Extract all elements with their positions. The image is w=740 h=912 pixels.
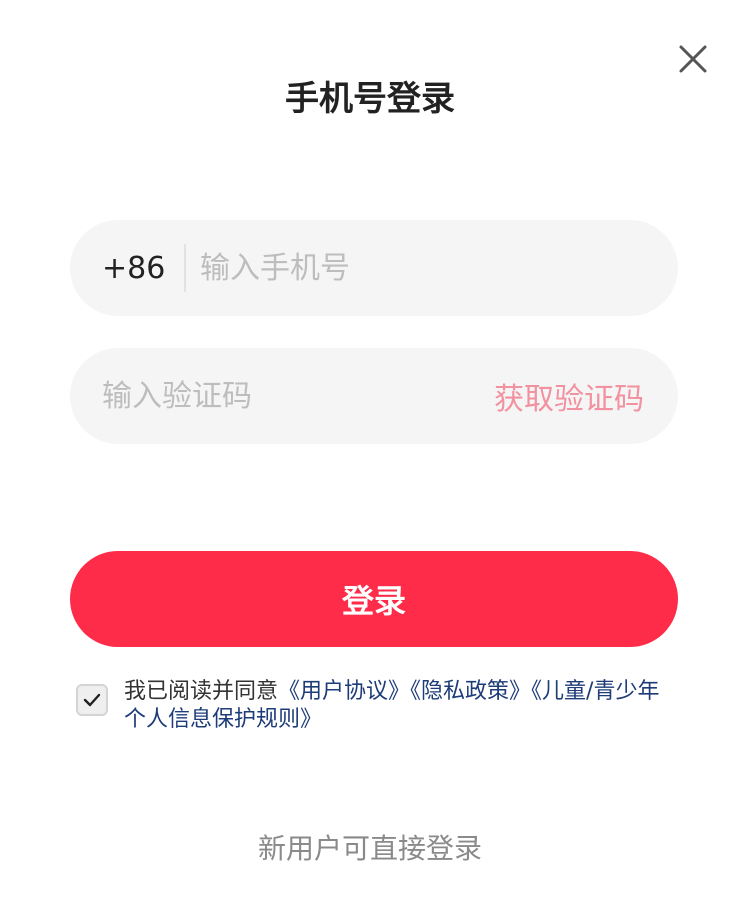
close-icon <box>679 45 707 73</box>
agreement-text: 我已阅读并同意《用户协议》《隐私政策》《儿童/青少年个人信息保护规则》 <box>124 678 664 734</box>
get-code-button[interactable]: 获取验证码 <box>494 374 644 418</box>
privacy-policy-link[interactable]: 《隐私政策》 <box>410 679 531 704</box>
close-button[interactable] <box>676 42 710 76</box>
phone-input[interactable] <box>200 238 678 298</box>
agreement-checkbox[interactable] <box>76 684 108 716</box>
phone-field: +86 <box>70 220 678 316</box>
field-divider <box>184 244 186 292</box>
verification-code-input[interactable] <box>102 366 494 426</box>
page-title: 手机号登录 <box>285 79 455 119</box>
checkmark-icon <box>83 693 101 707</box>
agreement-prefix: 我已阅读并同意 <box>124 679 279 704</box>
country-code-selector[interactable]: +86 <box>102 251 184 286</box>
user-agreement-link[interactable]: 《用户协议》 <box>278 679 410 704</box>
login-button[interactable]: 登录 <box>70 551 678 647</box>
agreement-row: 我已阅读并同意《用户协议》《隐私政策》《儿童/青少年个人信息保护规则》 <box>76 678 666 734</box>
code-field: 获取验证码 <box>70 348 678 444</box>
new-user-tip: 新用户可直接登录 <box>257 832 482 865</box>
